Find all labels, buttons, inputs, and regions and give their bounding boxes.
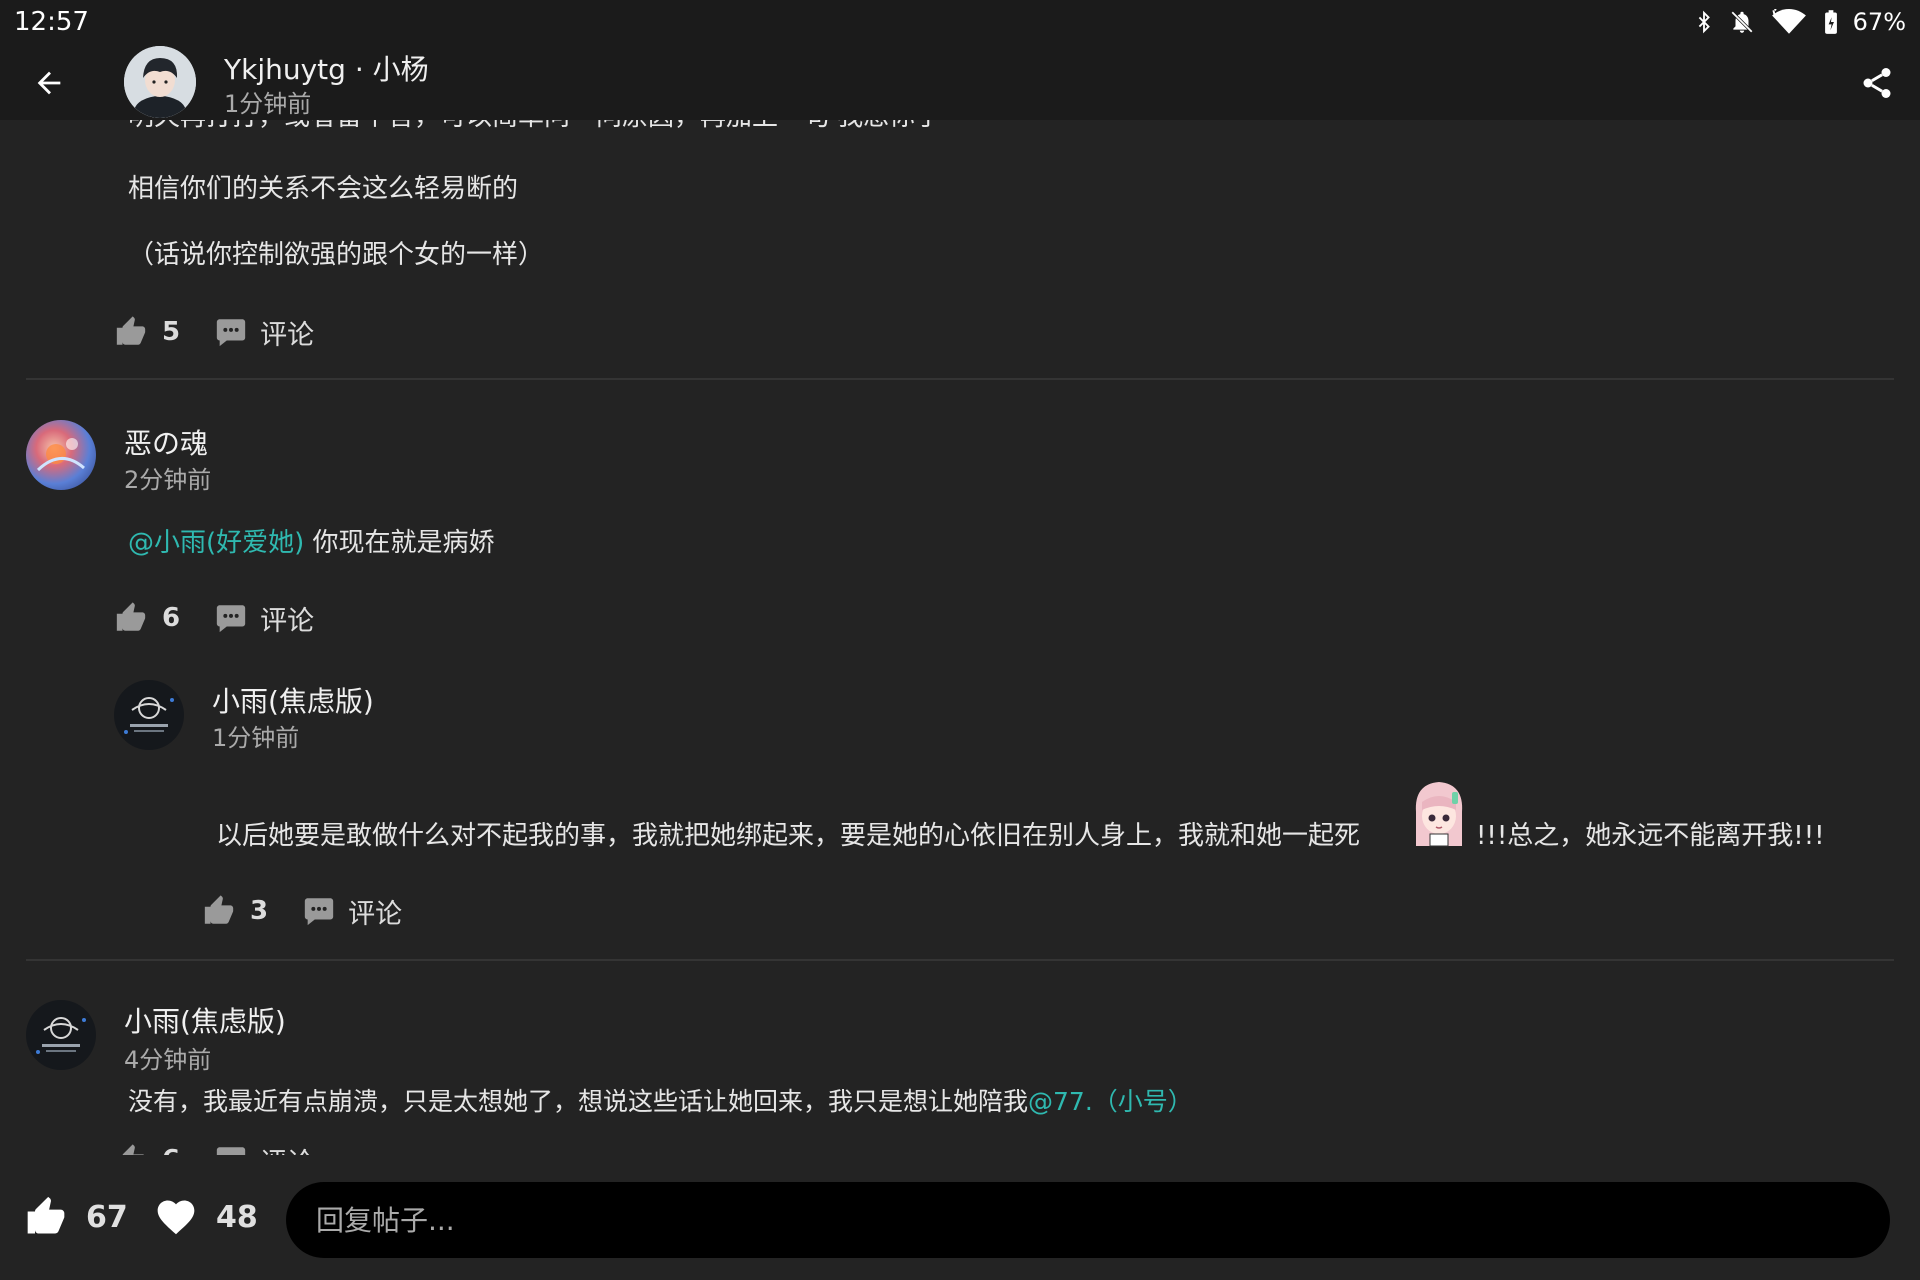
notifications-off-icon <box>1730 11 1753 33</box>
comment-icon <box>216 319 246 347</box>
comment-icon <box>216 1147 246 1155</box>
reply-like-button[interactable]: 3 <box>202 894 268 928</box>
comment-username[interactable]: 小雨(焦虑版) <box>124 1000 286 1040</box>
status-bar: 12:57 67% <box>0 0 1920 44</box>
divider <box>26 378 1894 380</box>
post-like-count: 67 <box>86 1199 128 1235</box>
comment-time: 4分钟前 <box>124 1046 212 1074</box>
status-time: 12:57 <box>14 7 89 37</box>
battery-percentage: 67% <box>1852 8 1906 36</box>
comment-actions: 6 评论 <box>114 598 314 638</box>
thumb-up-icon <box>204 895 234 924</box>
comment-label: 评论 <box>348 898 403 930</box>
emoji-sticker <box>1408 772 1470 848</box>
post-comment-button[interactable]: 评论 <box>214 313 314 352</box>
thumb-up-icon <box>116 316 146 345</box>
comment-like-button[interactable]: 6 <box>114 601 180 635</box>
comment-text: @小雨(好爱她) 你现在就是病娇 <box>128 528 495 558</box>
share-icon <box>1863 68 1891 98</box>
anime-girl-sticker-icon <box>1415 782 1463 847</box>
reply-comment-button[interactable]: 评论 <box>302 892 402 931</box>
reply-username[interactable]: 小雨(焦虑版) <box>212 680 374 720</box>
user-avatar[interactable] <box>26 1000 96 1070</box>
mention-link[interactable]: @77.（小号） <box>1028 1087 1193 1116</box>
post-text-line: （话说你控制欲强的跟个女的一样） <box>128 240 545 270</box>
mention-link[interactable]: @小雨(好爱她) <box>128 528 304 558</box>
post-header: Ykjhuytg · 小杨 1分钟前 <box>0 44 1920 120</box>
like-count: 6 <box>162 1145 180 1155</box>
comment-icon <box>304 898 334 926</box>
comment-time: 2分钟前 <box>124 466 212 494</box>
reply-text-end: !!!总之，她永远不能离开我!!! <box>1476 821 1825 851</box>
reply-text: 以后她要是敢做什么对不起我的事，我就把她绑起来，要是她的心依旧在别人身上，我就和… <box>216 821 1361 851</box>
share-button[interactable] <box>1854 60 1900 106</box>
comment-like-button[interactable]: 6 <box>114 1143 180 1155</box>
reply-time: 1分钟前 <box>212 724 300 752</box>
status-icons: 67% <box>1693 6 1906 38</box>
avatar-image <box>124 697 174 734</box>
comment-text: 没有，我最近有点崩溃，只是太想她了，想说这些话让她回来，我只是想让她陪我@77.… <box>128 1087 1193 1116</box>
reply-actions: 3 评论 <box>202 891 402 931</box>
like-count: 6 <box>162 603 181 633</box>
post-favorite-count: 48 <box>216 1199 258 1235</box>
back-button[interactable] <box>26 60 72 106</box>
author-name[interactable]: Ykjhuytg · 小杨 <box>224 48 429 88</box>
post-time: 1分钟前 <box>224 90 312 118</box>
battery-icon <box>1824 10 1837 34</box>
post-text-line: 相信你们的关系不会这么轻易断的 <box>128 174 519 204</box>
comments-feed[interactable]: 明天再打打，或者留个言，可以简单问一问原因，再加上一句'我想你了' 相信你们的关… <box>0 0 1920 1155</box>
arrow-left-icon <box>37 71 61 95</box>
comment-username[interactable]: 恶の魂 <box>124 422 208 462</box>
post-favorite-toggle[interactable]: 48 <box>154 1195 258 1239</box>
avatar-image <box>36 438 85 472</box>
wifi-icon <box>1771 9 1806 34</box>
avatar-image <box>124 46 196 118</box>
comment-label: 评论 <box>260 1141 314 1156</box>
like-count: 3 <box>250 896 269 926</box>
comment-reply-button[interactable]: 评论 <box>214 599 314 638</box>
comment-actions: 6 评论 <box>114 1140 314 1155</box>
comment-reply-button[interactable]: 评论 <box>214 1141 314 1156</box>
avatar-image <box>36 1017 86 1054</box>
bottom-action-bar: 67 48 <box>0 1155 1920 1280</box>
heart-icon <box>157 1200 195 1235</box>
post-like-toggle[interactable]: 67 <box>24 1195 128 1239</box>
comment-icon <box>216 605 246 633</box>
divider <box>26 959 1894 961</box>
comment-label: 评论 <box>260 319 315 351</box>
post-actions: 5 评论 <box>114 312 314 352</box>
thumb-up-icon <box>116 602 146 631</box>
author-avatar[interactable] <box>124 46 196 118</box>
reply-input[interactable] <box>286 1182 1890 1258</box>
user-avatar[interactable] <box>26 420 96 490</box>
comment-label: 评论 <box>260 605 315 637</box>
bluetooth-icon <box>1698 10 1710 34</box>
like-count: 5 <box>162 317 181 347</box>
post-like-button[interactable]: 5 <box>114 315 180 349</box>
thumb-up-icon <box>27 1196 65 1234</box>
user-avatar[interactable] <box>114 680 184 750</box>
thumb-up-icon <box>122 1144 145 1155</box>
